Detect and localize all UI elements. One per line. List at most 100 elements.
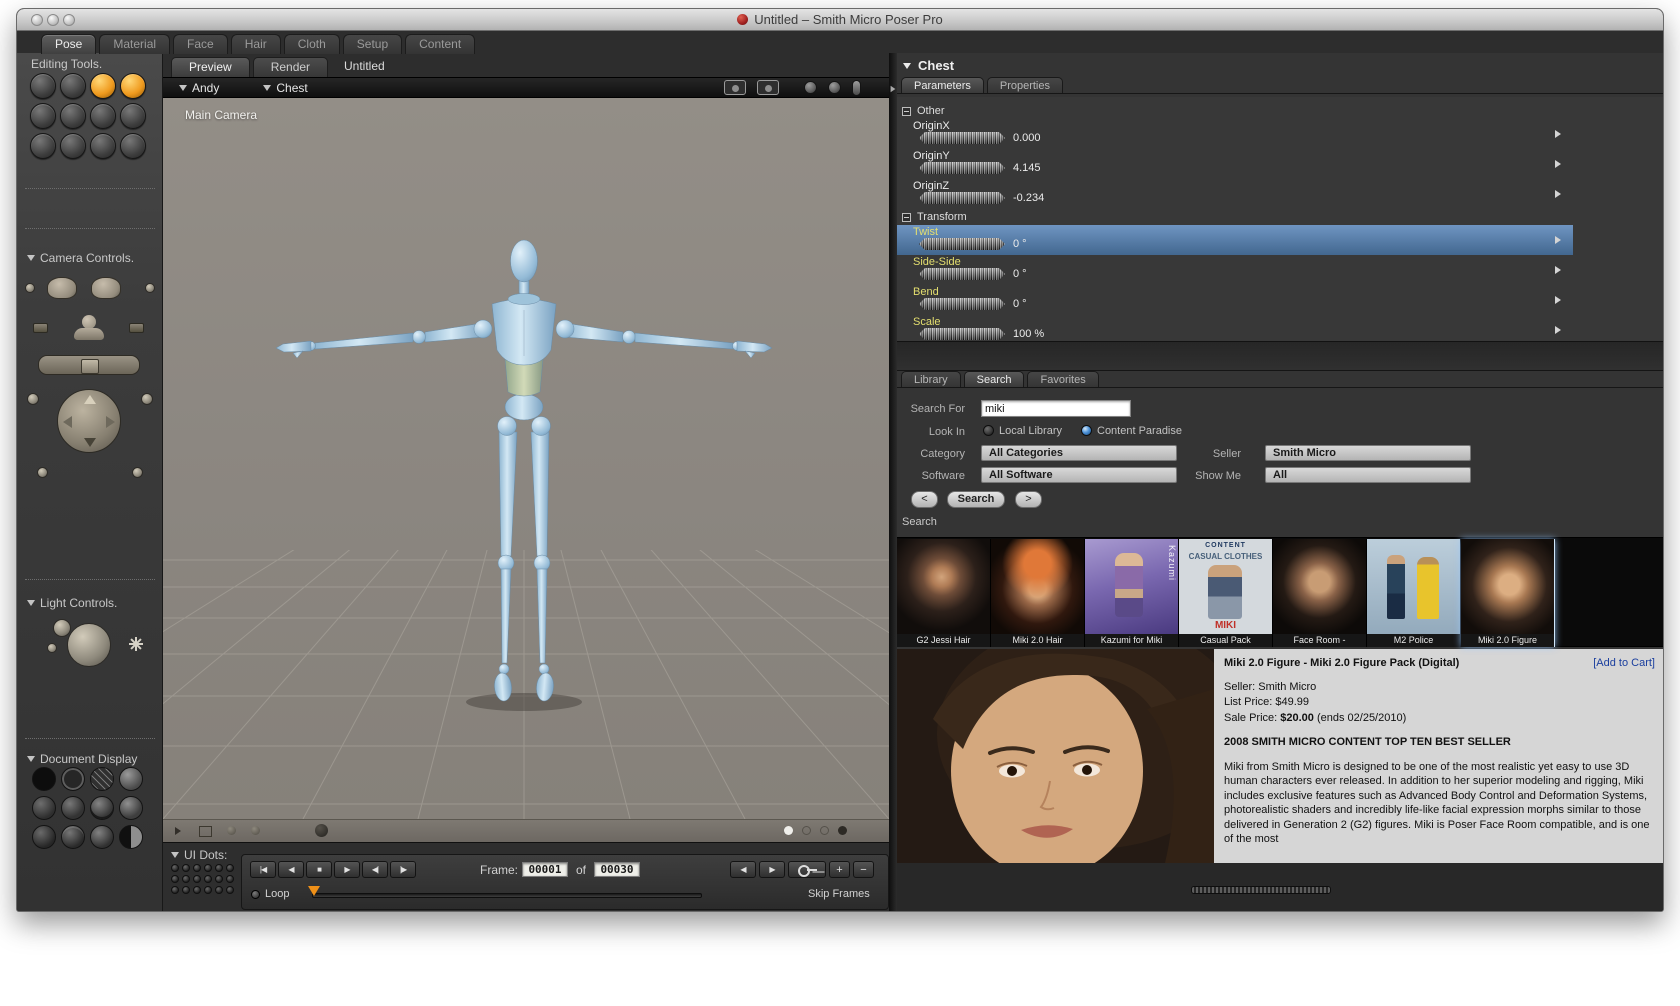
tab-material[interactable]: Material bbox=[99, 34, 171, 54]
ui-dot[interactable] bbox=[215, 864, 223, 872]
camera-knob-icon[interactable] bbox=[25, 283, 35, 293]
camera-controls-label[interactable]: Camera Controls. bbox=[27, 251, 134, 265]
display-style-wireframe-icon[interactable] bbox=[90, 767, 114, 791]
category-dropdown[interactable]: All Categories bbox=[981, 445, 1177, 461]
display-style-flat-shaded-icon[interactable] bbox=[61, 796, 85, 820]
light-intensity-sphere[interactable] bbox=[67, 623, 111, 667]
right-hand-camera-icon[interactable] bbox=[91, 277, 121, 299]
display-style-smooth-lined-icon[interactable] bbox=[61, 825, 85, 849]
skip-frames-label[interactable]: Skip Frames bbox=[808, 888, 870, 900]
display-style-cartoon-icon[interactable] bbox=[119, 796, 143, 820]
display-style-lit-wireframe-icon[interactable] bbox=[32, 796, 56, 820]
originz-value[interactable]: -0.234 bbox=[1013, 192, 1044, 204]
direct-manipulation-tool-icon[interactable] bbox=[120, 133, 146, 159]
parameter-menu-arrow-icon[interactable] bbox=[1555, 326, 1561, 334]
parameter-row-twist[interactable]: Twist 0 ° bbox=[897, 225, 1573, 255]
side-side-dial[interactable] bbox=[919, 268, 1005, 280]
right-camera-icon[interactable] bbox=[129, 323, 144, 333]
ui-dot[interactable] bbox=[204, 875, 212, 883]
taper-tool-icon[interactable] bbox=[60, 103, 86, 129]
add-to-cart-link[interactable]: [Add to Cart] bbox=[1593, 656, 1655, 671]
parameter-menu-arrow-icon[interactable] bbox=[1555, 296, 1561, 304]
strip-sphere-icon[interactable] bbox=[315, 824, 328, 837]
originx-value[interactable]: 0.000 bbox=[1013, 132, 1041, 144]
grouping-tool-icon[interactable] bbox=[30, 133, 56, 159]
twist-value[interactable]: 0 ° bbox=[1013, 238, 1027, 250]
minimize-window-icon[interactable] bbox=[47, 14, 59, 26]
delete-keyframe-button[interactable]: − bbox=[853, 861, 874, 878]
parameter-menu-arrow-icon[interactable] bbox=[1555, 130, 1561, 138]
strip-knob-icon[interactable] bbox=[227, 826, 236, 835]
color-tool-icon[interactable] bbox=[120, 103, 146, 129]
trackball-camera-control[interactable] bbox=[57, 389, 121, 453]
pose-view-window-icon[interactable] bbox=[757, 80, 779, 95]
strip-frame-icon[interactable] bbox=[199, 826, 212, 837]
camera-dolly-icon[interactable] bbox=[852, 79, 861, 96]
ui-dot[interactable] bbox=[204, 886, 212, 894]
step-back-button[interactable]: ◀ bbox=[278, 861, 304, 878]
left-camera-icon[interactable] bbox=[33, 323, 48, 333]
display-style-silhouette-icon[interactable] bbox=[32, 767, 56, 791]
light-controls-label[interactable]: Light Controls. bbox=[27, 596, 117, 610]
tab-parameters[interactable]: Parameters bbox=[901, 77, 984, 93]
camera-dolly-knob[interactable] bbox=[27, 393, 39, 405]
group-header-other[interactable]: Other bbox=[897, 103, 1663, 119]
tab-cloth[interactable]: Cloth bbox=[283, 34, 340, 54]
total-frames-field[interactable]: 00030 bbox=[594, 862, 640, 877]
collapse-group-icon[interactable] bbox=[902, 212, 911, 222]
disclosure-triangle-icon[interactable] bbox=[171, 852, 179, 858]
display-style-texture-shaded-icon[interactable] bbox=[90, 825, 114, 849]
prev-keyframe-button[interactable]: ◀ bbox=[730, 861, 756, 878]
page-dot-active-icon[interactable] bbox=[784, 826, 793, 835]
search-input[interactable] bbox=[981, 400, 1131, 417]
ui-dot[interactable] bbox=[171, 864, 179, 872]
ui-dot[interactable] bbox=[226, 875, 234, 883]
page-dot-icon[interactable] bbox=[802, 826, 811, 835]
ui-dot[interactable] bbox=[204, 864, 212, 872]
seller-dropdown[interactable]: Smith Micro bbox=[1265, 445, 1471, 461]
tab-preview[interactable]: Preview bbox=[171, 57, 250, 77]
next-frame-button[interactable]: |▶ bbox=[390, 861, 416, 878]
first-frame-button[interactable]: |◀ bbox=[250, 861, 276, 878]
collapse-group-icon[interactable] bbox=[902, 106, 911, 116]
parameter-menu-arrow-icon[interactable] bbox=[1555, 160, 1561, 168]
camera-view-window-icon[interactable] bbox=[724, 80, 746, 95]
thumbnail-miki-figure[interactable]: Miki 2.0 Figure bbox=[1461, 539, 1555, 647]
edit-keyframes-button[interactable] bbox=[788, 861, 826, 878]
ui-dot[interactable] bbox=[171, 886, 179, 894]
trackball-down-arrow[interactable] bbox=[84, 438, 96, 447]
show-me-dropdown[interactable]: All bbox=[1265, 467, 1471, 483]
current-frame-field[interactable]: 00001 bbox=[522, 862, 568, 877]
prev-frame-button[interactable]: ◀| bbox=[362, 861, 388, 878]
add-keyframe-button[interactable]: + bbox=[829, 861, 850, 878]
tab-library[interactable]: Library bbox=[901, 371, 961, 387]
left-hand-camera-icon[interactable] bbox=[47, 277, 77, 299]
prev-page-button[interactable]: < bbox=[911, 491, 938, 508]
thumbnail-face-room[interactable]: Face Room - bbox=[1273, 539, 1367, 647]
parameter-menu-arrow-icon[interactable] bbox=[1555, 190, 1561, 198]
side-side-value[interactable]: 0 ° bbox=[1013, 268, 1027, 280]
tab-properties[interactable]: Properties bbox=[986, 77, 1063, 93]
loop-label[interactable]: Loop bbox=[265, 888, 289, 900]
originz-dial[interactable] bbox=[919, 192, 1005, 204]
ui-dot[interactable] bbox=[182, 864, 190, 872]
strip-play-icon[interactable] bbox=[175, 827, 181, 835]
light-sphere-tiny[interactable] bbox=[47, 643, 57, 653]
bend-dial[interactable] bbox=[919, 298, 1005, 310]
trackball-left-arrow[interactable] bbox=[63, 416, 72, 428]
strip-knob-icon[interactable] bbox=[251, 826, 260, 835]
tab-render[interactable]: Render bbox=[252, 57, 329, 77]
rotate-tool-icon[interactable] bbox=[30, 73, 56, 99]
trackball-right-arrow[interactable] bbox=[106, 416, 115, 428]
camera-zoom-knob[interactable] bbox=[141, 393, 153, 405]
titlebar[interactable]: Untitled – Smith Micro Poser Pro bbox=[17, 9, 1663, 31]
camera-roll-knob[interactable] bbox=[37, 467, 48, 478]
ui-dot[interactable] bbox=[226, 864, 234, 872]
ui-dot[interactable] bbox=[182, 886, 190, 894]
timeline-scrubber-track[interactable] bbox=[312, 893, 702, 898]
play-button[interactable]: ▶ bbox=[334, 861, 360, 878]
twist-dial[interactable] bbox=[919, 238, 1005, 250]
parameters-actor-header[interactable]: Chest bbox=[903, 58, 954, 73]
translate-inout-tool-icon[interactable] bbox=[120, 73, 146, 99]
trackball-up-arrow[interactable] bbox=[84, 395, 96, 404]
